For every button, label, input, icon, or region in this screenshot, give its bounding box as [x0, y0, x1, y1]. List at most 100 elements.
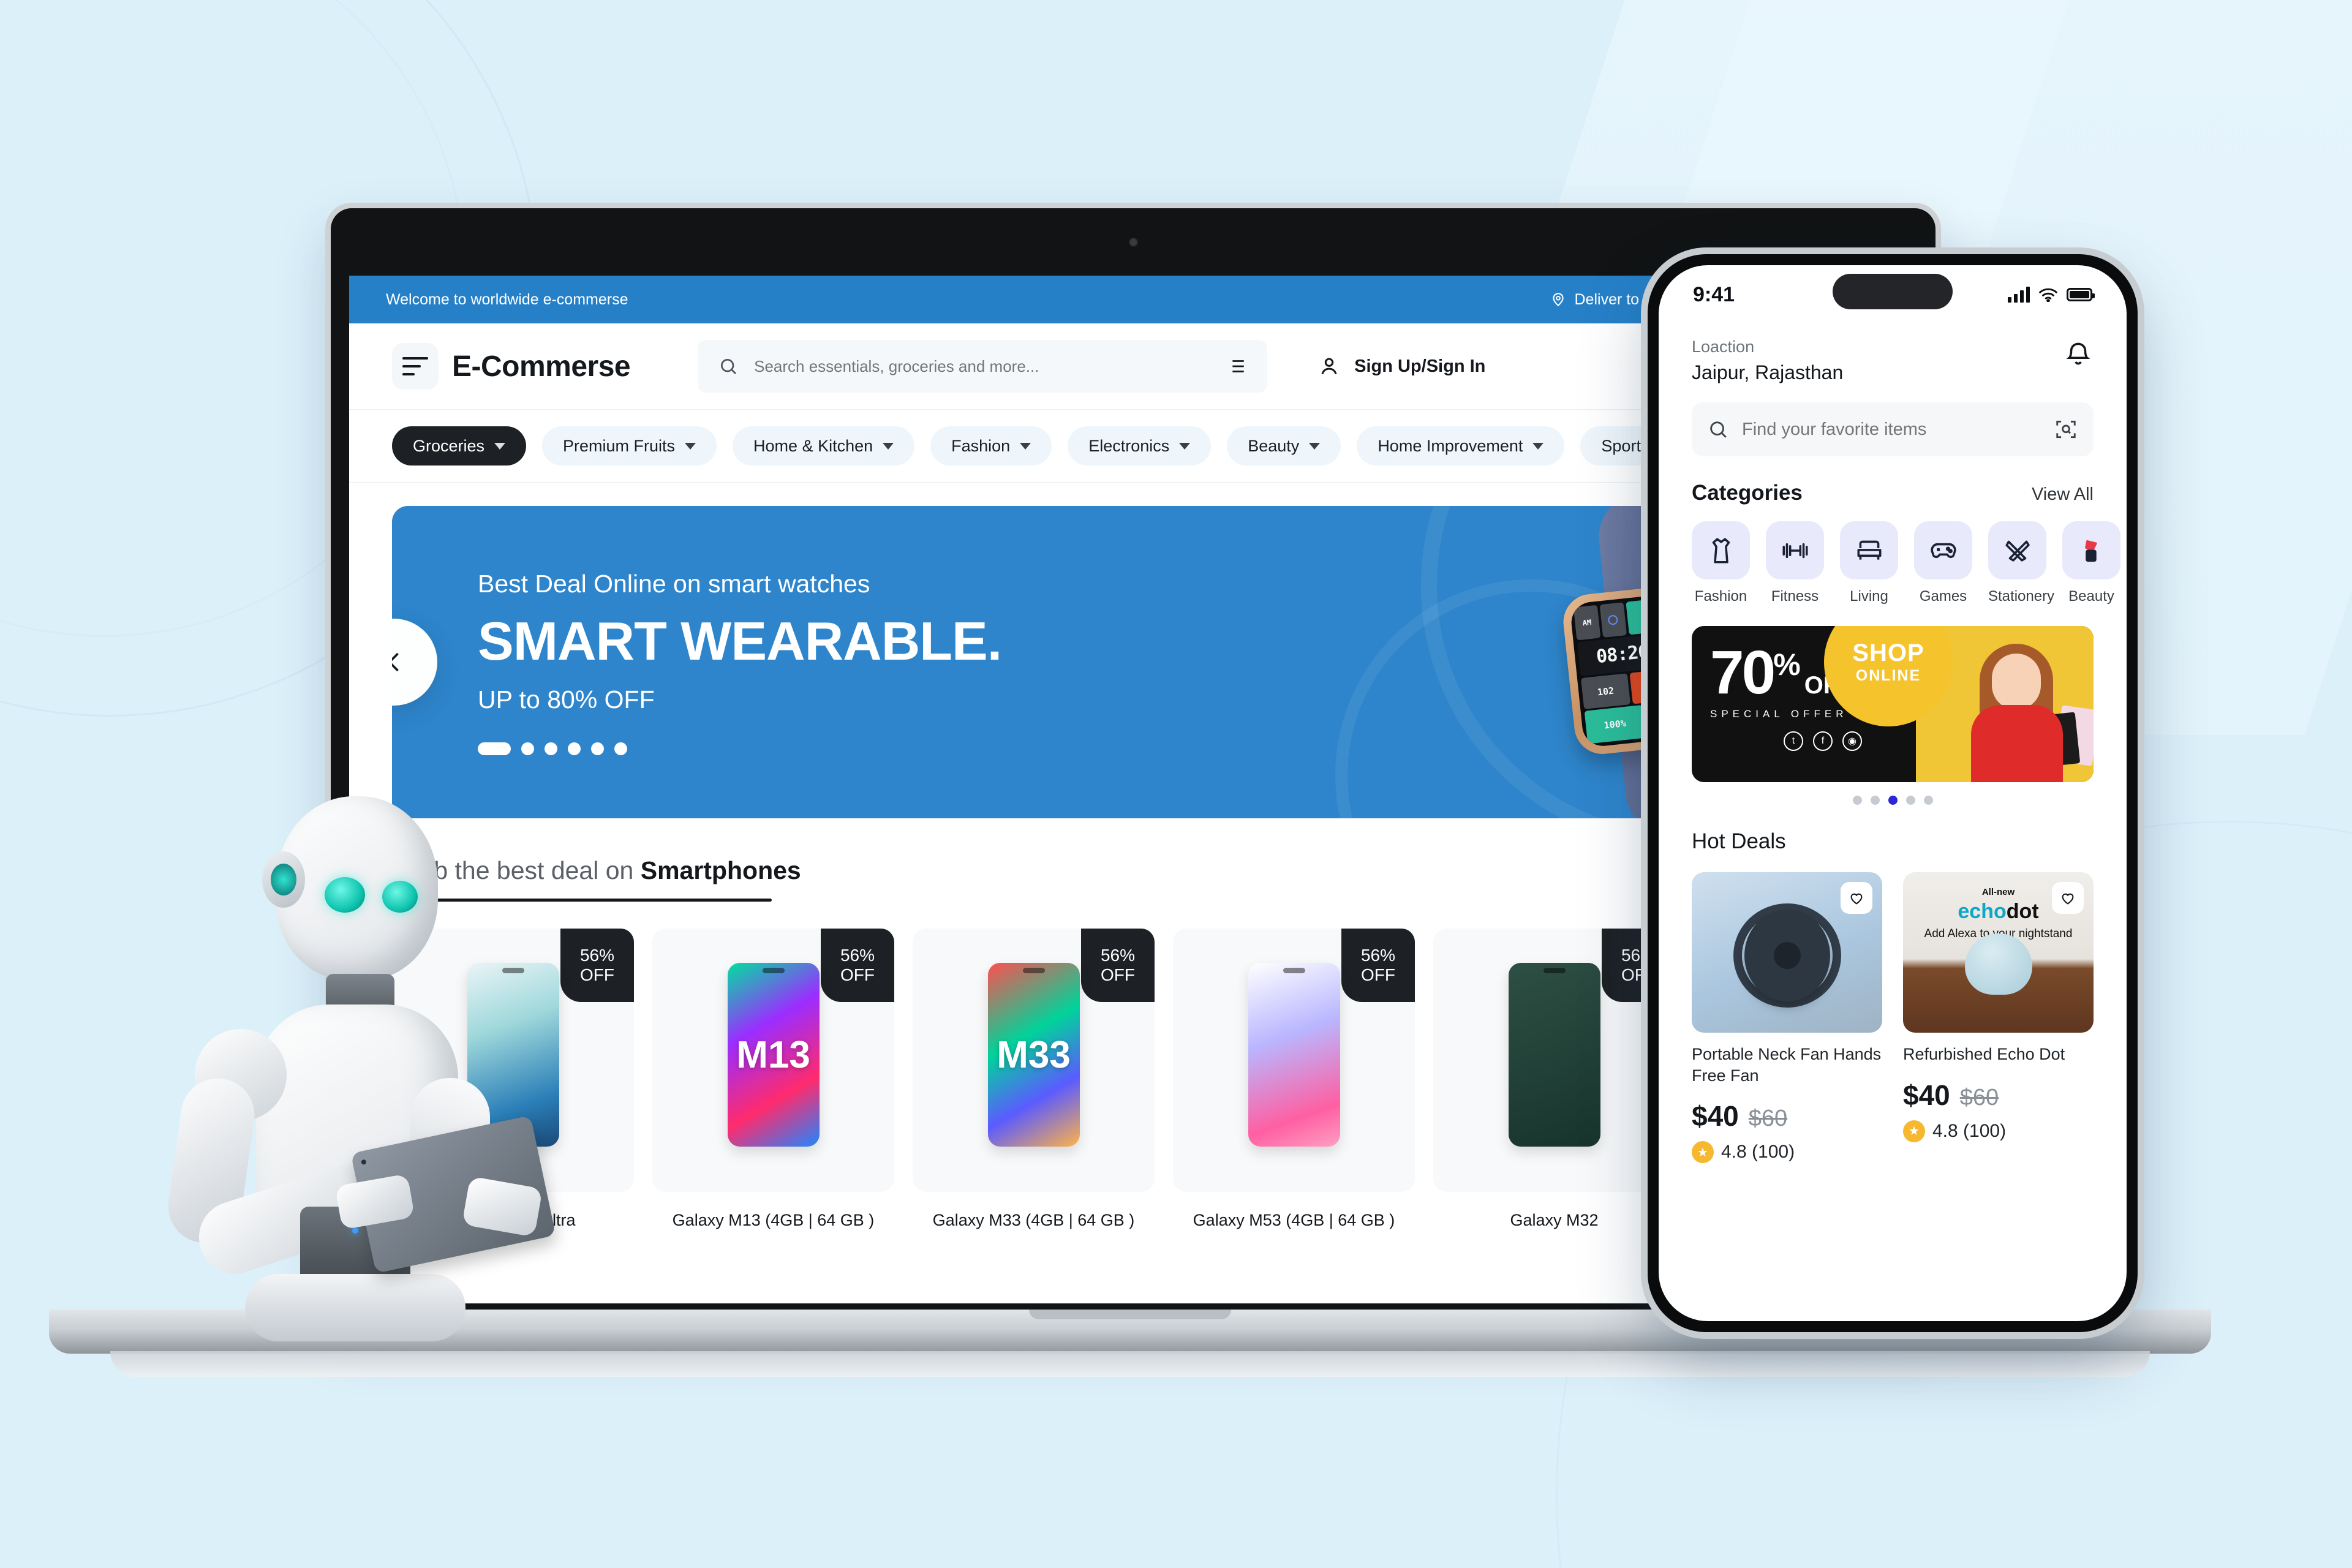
categories-title: Categories — [1692, 481, 1803, 505]
product-card[interactable]: 56% OFF M13 Galaxy M13 (4GB | 64 GB ) — [652, 929, 894, 1229]
shopper-face — [1992, 654, 2041, 710]
chevron-down-icon — [685, 442, 696, 450]
battery-icon — [2067, 288, 2095, 301]
carousel-dot[interactable] — [568, 742, 581, 755]
nav-pill-electronics[interactable]: Electronics — [1068, 426, 1212, 466]
discount-badge: 56% OFF — [1341, 929, 1415, 1002]
promo-dot-active[interactable] — [1888, 796, 1898, 805]
mobile-search-input[interactable] — [1742, 419, 2041, 440]
location-pin-icon — [1552, 293, 1564, 307]
webcam-icon — [1128, 237, 1138, 247]
promo-shop-label: SHOP — [1852, 639, 1924, 666]
search-input[interactable] — [754, 356, 1210, 376]
carousel-dot-active[interactable] — [478, 742, 511, 755]
status-indicators — [2008, 287, 2095, 303]
product-card[interactable]: 56% OFF M33 Galaxy M33 (4GB | 64 GB ) — [913, 929, 1155, 1229]
product-name: Galaxy M13 (4GB | 64 GB ) — [672, 1211, 875, 1229]
promo-dot[interactable] — [1852, 796, 1862, 805]
twitter-icon[interactable]: t — [1784, 731, 1803, 751]
notification-bell-icon[interactable] — [2063, 337, 2094, 371]
gamepad-icon — [1914, 521, 1972, 579]
category-item-living[interactable]: Living — [1840, 521, 1898, 605]
mobile-location-header: Loaction Jaipur, Rajasthan — [1659, 324, 2127, 384]
instagram-icon[interactable]: ◉ — [1842, 731, 1862, 751]
robot-eye-right — [382, 881, 418, 913]
wishlist-button[interactable] — [2052, 882, 2084, 914]
cellular-signal-icon — [2008, 287, 2030, 303]
promo-right-panel: SHOP ONLINE — [1824, 626, 2094, 782]
facebook-icon[interactable]: f — [1813, 731, 1833, 751]
carousel-dot[interactable] — [614, 742, 627, 755]
wifi-icon — [2039, 288, 2057, 302]
heart-icon — [1850, 893, 1863, 905]
smartphones-heading-bold: Smartphones — [640, 856, 801, 884]
nav-pill-fashion[interactable]: Fashion — [930, 426, 1052, 466]
carousel-dot[interactable] — [545, 742, 557, 755]
promo-carousel-dots[interactable] — [1659, 796, 2127, 805]
category-list: Fashion Fitness Living Games Stationery … — [1692, 521, 2127, 605]
deal-card[interactable]: Portable Neck Fan Hands Free Fan $40 $60… — [1692, 872, 1882, 1164]
star-icon: ★ — [1903, 1120, 1925, 1142]
user-account-icon[interactable] — [1317, 355, 1341, 378]
deal-old-price: $60 — [1748, 1106, 1788, 1132]
mobile-search-bar[interactable] — [1692, 402, 2094, 456]
promo-banner[interactable]: 70%OFF SPECIAL OFFER t f ◉ SHOP ONLINE — [1692, 626, 2094, 782]
promo-dot[interactable] — [1923, 796, 1933, 805]
nav-pill-home-improvement[interactable]: Home Improvement — [1357, 426, 1565, 466]
brand-logo[interactable]: E-Commerse — [392, 343, 631, 390]
deal-rating: ★ 4.8 (100) — [1903, 1120, 2094, 1142]
product-card[interactable]: 56% OFF Galaxy M32 — [1433, 929, 1675, 1229]
hero-text: Best Deal Online on smart watches SMART … — [392, 570, 1002, 755]
location-value[interactable]: Jaipur, Rajasthan — [1692, 361, 1843, 384]
category-item-fashion[interactable]: Fashion — [1692, 521, 1750, 605]
deal-rating: ★ 4.8 (100) — [1692, 1141, 1882, 1164]
search-bar[interactable] — [698, 340, 1268, 393]
nav-pill-premium-fruits[interactable]: Premium Fruits — [542, 426, 717, 466]
watch-battery: 100% — [1584, 705, 1646, 744]
deal-card[interactable]: All-new echodot Add Alexa to your nights… — [1903, 872, 2094, 1163]
promo-social-links[interactable]: t f ◉ — [1784, 731, 1916, 751]
deal-rating-text: 4.8 (100) — [1721, 1142, 1795, 1163]
nav-pill-label: Electronics — [1088, 436, 1170, 455]
promo-dot[interactable] — [1905, 796, 1915, 805]
echo-word-dot: dot — [2006, 900, 2039, 923]
list-filter-icon[interactable] — [1226, 356, 1246, 377]
shopper-body — [1971, 705, 2063, 782]
sign-up-sign-in-link[interactable]: Sign Up/Sign In — [1354, 356, 1485, 377]
watch-ampm: AM — [1573, 605, 1601, 641]
carousel-dot[interactable] — [591, 742, 604, 755]
carousel-dot[interactable] — [521, 742, 534, 755]
location-label: Loaction — [1692, 337, 1755, 356]
promo-dot[interactable] — [1870, 796, 1880, 805]
nav-pill-groceries[interactable]: Groceries — [392, 426, 527, 466]
category-label: Fitness — [1771, 588, 1819, 605]
nav-pill-beauty[interactable]: Beauty — [1227, 426, 1341, 466]
view-all-link[interactable]: View All — [2032, 484, 2094, 505]
discount-word: OFF — [580, 965, 614, 984]
discount-percent: 56% — [1100, 945, 1136, 965]
visual-search-scan-icon[interactable] — [2054, 418, 2078, 441]
deal-price: $40 $60 — [1692, 1099, 1882, 1133]
deal-price: $40 $60 — [1903, 1079, 2094, 1112]
watch-heart-rate: 102 — [1581, 673, 1630, 710]
hero-carousel-dots[interactable] — [478, 742, 1001, 755]
discount-badge: 56% OFF — [560, 929, 634, 1002]
wishlist-button[interactable] — [1841, 882, 1872, 914]
category-item-stationery[interactable]: Stationery — [1988, 521, 2054, 605]
chevron-down-icon — [1532, 442, 1544, 450]
robot-illustration — [123, 790, 556, 1341]
discount-percent: 56% — [579, 945, 615, 965]
search-icon — [1710, 421, 1727, 438]
echo-word-echo: echo — [1958, 900, 2007, 923]
category-item-games[interactable]: Games — [1914, 521, 1972, 605]
product-image: M13 — [727, 963, 820, 1147]
robot-eye-left — [325, 877, 365, 913]
nav-pill-home-kitchen[interactable]: Home & Kitchen — [733, 426, 915, 466]
nav-pill-label: Home & Kitchen — [753, 436, 873, 455]
category-item-fitness[interactable]: Fitness — [1766, 521, 1824, 605]
category-item-beauty[interactable]: Beauty — [2062, 521, 2120, 605]
deal-name: Refurbished Echo Dot — [1903, 1045, 2065, 1063]
category-label: Fashion — [1694, 588, 1747, 605]
product-card[interactable]: 56% OFF Galaxy M53 (4GB | 64 GB ) — [1173, 929, 1415, 1229]
watch-run-icon — [1607, 614, 1619, 625]
